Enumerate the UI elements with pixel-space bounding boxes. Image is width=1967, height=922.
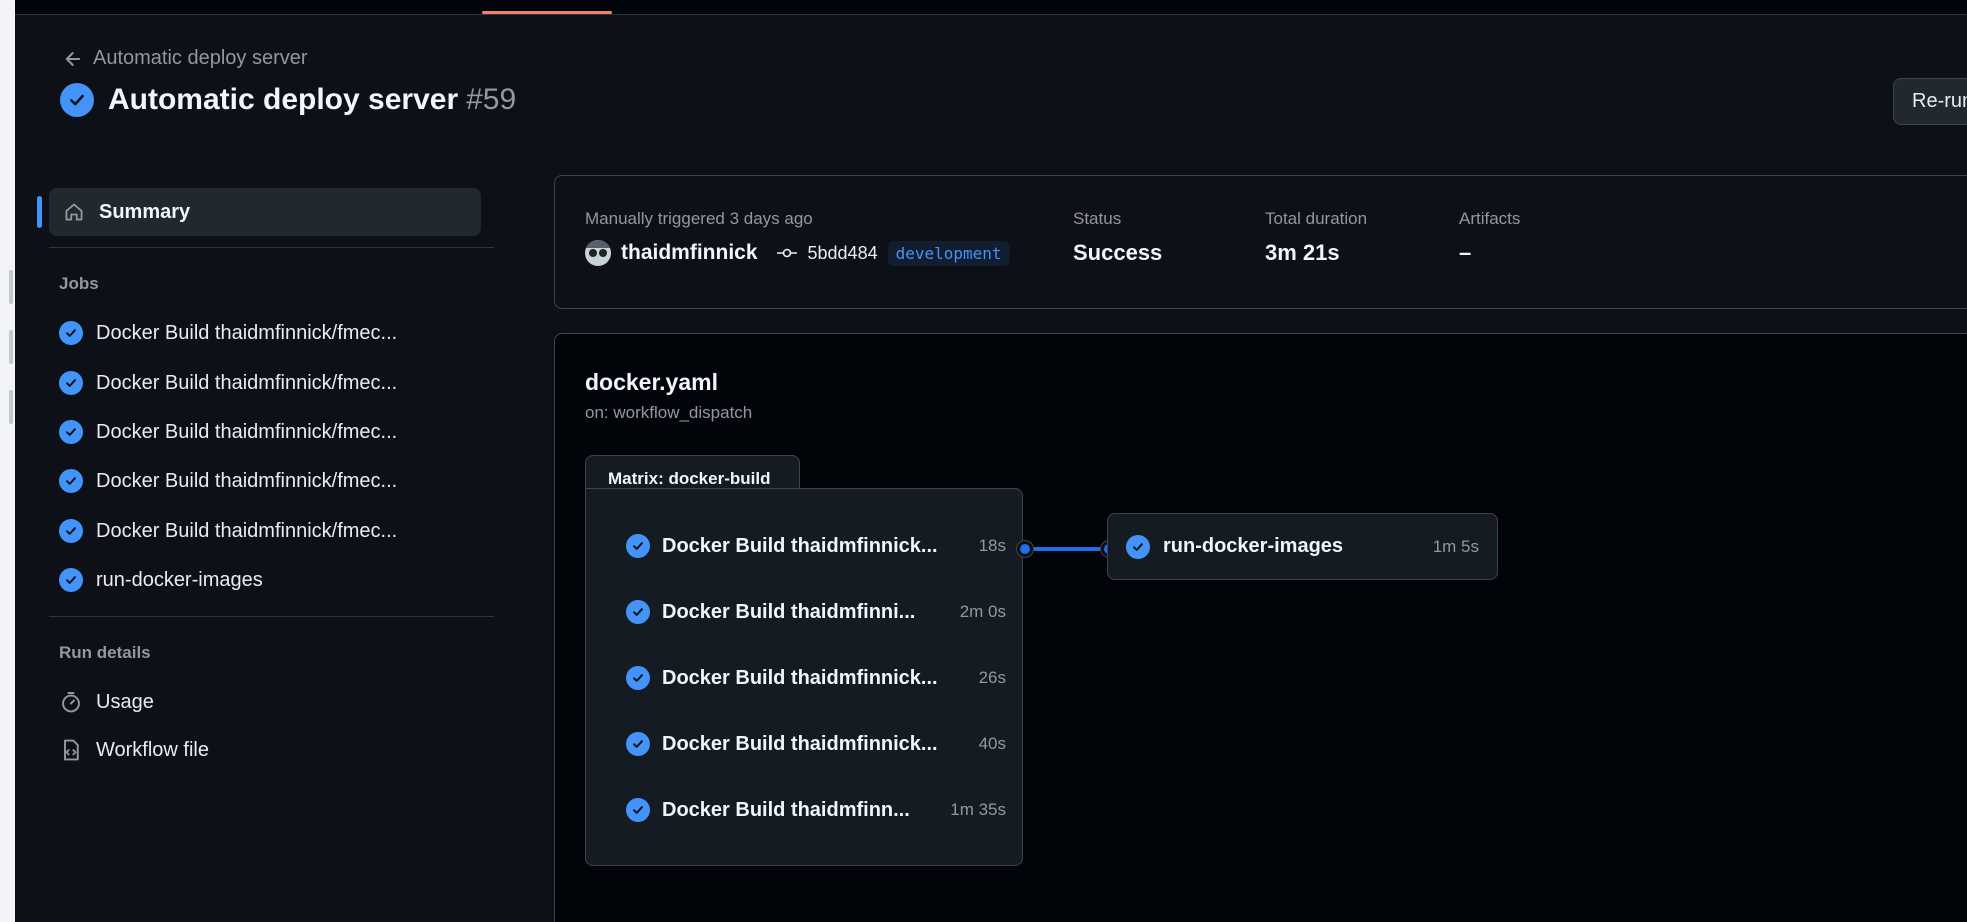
trigger-label: Manually triggered 3 days ago — [585, 209, 813, 228]
run-number: #59 — [466, 83, 517, 116]
status-value: Success — [1073, 240, 1163, 265]
run-job-label: run-docker-images — [1163, 535, 1344, 557]
edge-handle — [9, 390, 13, 424]
sidebar-job-label: Docker Build thaidmfinnick/fmec... — [96, 519, 398, 542]
matrix-job[interactable]: Docker Build thaidmfinnick... 26s — [626, 658, 1006, 698]
sidebar-item-workflow-file[interactable]: Workflow file — [59, 730, 209, 770]
status-label: Status — [1073, 209, 1122, 228]
duration-label: Total duration — [1265, 209, 1368, 228]
connector-dot — [1017, 541, 1033, 557]
sidebar-job-item[interactable]: Docker Build thaidmfinnick/fmec... — [59, 313, 479, 353]
trigger-details: thaidmfinnick 5bdd484 development — [585, 240, 1010, 266]
workflow-graph-card: docker.yaml on: workflow_dispatch Matrix… — [554, 333, 1967, 922]
page-title: Automatic deploy server #59 — [108, 83, 516, 117]
matrix-job-duration: 26s — [978, 668, 1006, 687]
workflow-trigger: on: workflow_dispatch — [585, 403, 753, 422]
git-commit-icon — [776, 248, 797, 258]
success-check-icon — [59, 371, 83, 395]
commit-sha-link[interactable]: 5bdd484 — [808, 243, 878, 264]
workflow-title: Automatic deploy server — [108, 83, 459, 116]
matrix-job[interactable]: Docker Build thaidmfinnick... 18s — [626, 526, 1006, 566]
jobs-section-title: Jobs — [59, 274, 99, 293]
matrix-job-label: Docker Build thaidmfinnick... — [662, 666, 938, 689]
matrix-job-duration: 18s — [978, 536, 1006, 555]
success-check-icon — [626, 600, 650, 624]
job-connector — [1025, 547, 1109, 551]
artifacts-label: Artifacts — [1459, 209, 1521, 228]
success-check-icon — [59, 519, 83, 543]
actor-link[interactable]: thaidmfinnick — [621, 241, 758, 265]
success-check-icon — [60, 83, 94, 117]
page-title-row: Automatic deploy server #59 — [60, 83, 516, 117]
active-tab-underline — [482, 11, 612, 14]
back-link-label: Automatic deploy server — [93, 47, 308, 69]
sidebar-job-label: Docker Build thaidmfinnick/fmec... — [96, 420, 398, 443]
file-code-icon — [64, 739, 79, 761]
main-content: Automatic deploy server Automatic deploy… — [15, 15, 1967, 922]
artifacts-value: – — [1459, 240, 1472, 265]
stopwatch-icon — [62, 692, 80, 713]
edge-handle — [9, 330, 13, 364]
sidebar-job-item[interactable]: Docker Build thaidmfinnick/fmec... — [59, 461, 479, 501]
branch-label[interactable]: development — [887, 240, 1010, 266]
sidebar-job-label: Docker Build thaidmfinnick/fmec... — [96, 321, 398, 344]
back-link[interactable]: Automatic deploy server — [63, 47, 308, 70]
matrix-job-duration: 40s — [978, 734, 1006, 753]
success-check-icon — [626, 732, 650, 756]
top-nav-bar — [15, 0, 1967, 15]
matrix-job-duration: 2m 0s — [959, 602, 1006, 621]
window-left-edge — [0, 0, 15, 922]
sidebar-job-item[interactable]: Docker Build thaidmfinnick/fmec... — [59, 412, 479, 452]
arrow-left-icon — [65, 51, 81, 66]
usage-label: Usage — [96, 690, 154, 713]
matrix-job-duration: 1m 35s — [950, 800, 1006, 819]
success-check-icon — [59, 469, 83, 493]
sidebar-job-label: run-docker-images — [96, 568, 263, 591]
run-summary-card: Manually triggered 3 days ago thaidmfinn… — [554, 175, 1967, 309]
matrix-job-label: Docker Build thaidmfinnick... — [662, 732, 938, 755]
edge-handle — [9, 270, 13, 304]
duration-value: 3m 21s — [1265, 240, 1340, 265]
success-check-icon — [626, 534, 650, 558]
matrix-job[interactable]: Docker Build thaidmfinnick... 40s — [626, 724, 1006, 764]
divider — [49, 247, 494, 248]
divider — [49, 616, 494, 617]
success-check-icon — [59, 321, 83, 345]
success-check-icon — [626, 798, 650, 822]
sidebar-item-summary[interactable]: Summary — [37, 188, 481, 236]
sidebar-job-item[interactable]: Docker Build thaidmfinnick/fmec... — [59, 363, 479, 403]
matrix-title: Matrix: docker-build — [585, 455, 800, 491]
sidebar-job-item[interactable]: run-docker-images — [59, 560, 479, 600]
workflow-file-name[interactable]: docker.yaml — [585, 369, 718, 396]
matrix-job[interactable]: Docker Build thaidmfinni... 2m 0s — [626, 592, 1006, 632]
home-icon — [65, 203, 83, 221]
workflow-file-label: Workflow file — [96, 738, 209, 761]
success-check-icon — [626, 666, 650, 690]
sidebar-job-label: Docker Build thaidmfinnick/fmec... — [96, 469, 398, 492]
active-marker — [37, 196, 42, 228]
run-job-duration: 1m 5s — [1432, 536, 1479, 556]
rerun-button[interactable]: Re-run — [1893, 78, 1967, 125]
success-check-icon — [1126, 534, 1150, 559]
run-docker-images-job[interactable]: run-docker-images 1m 5s — [1107, 513, 1498, 580]
sidebar-job-item[interactable]: Docker Build thaidmfinnick/fmec... — [59, 511, 479, 551]
success-check-icon — [59, 568, 83, 592]
sidebar-item-usage[interactable]: Usage — [59, 682, 154, 722]
matrix-job-group: Docker Build thaidmfinnick... 18s Docker… — [585, 488, 1023, 866]
avatar[interactable] — [585, 240, 611, 266]
sidebar-job-label: Docker Build thaidmfinnick/fmec... — [96, 371, 398, 394]
sidebar-item-label: Summary — [99, 200, 191, 223]
matrix-job-label: Docker Build thaidmfinn... — [662, 798, 910, 821]
matrix-job[interactable]: Docker Build thaidmfinn... 1m 35s — [626, 790, 1006, 830]
run-details-section-title: Run details — [59, 643, 151, 662]
matrix-job-label: Docker Build thaidmfinnick... — [662, 534, 938, 557]
success-check-icon — [59, 420, 83, 444]
matrix-job-label: Docker Build thaidmfinni... — [662, 600, 916, 623]
